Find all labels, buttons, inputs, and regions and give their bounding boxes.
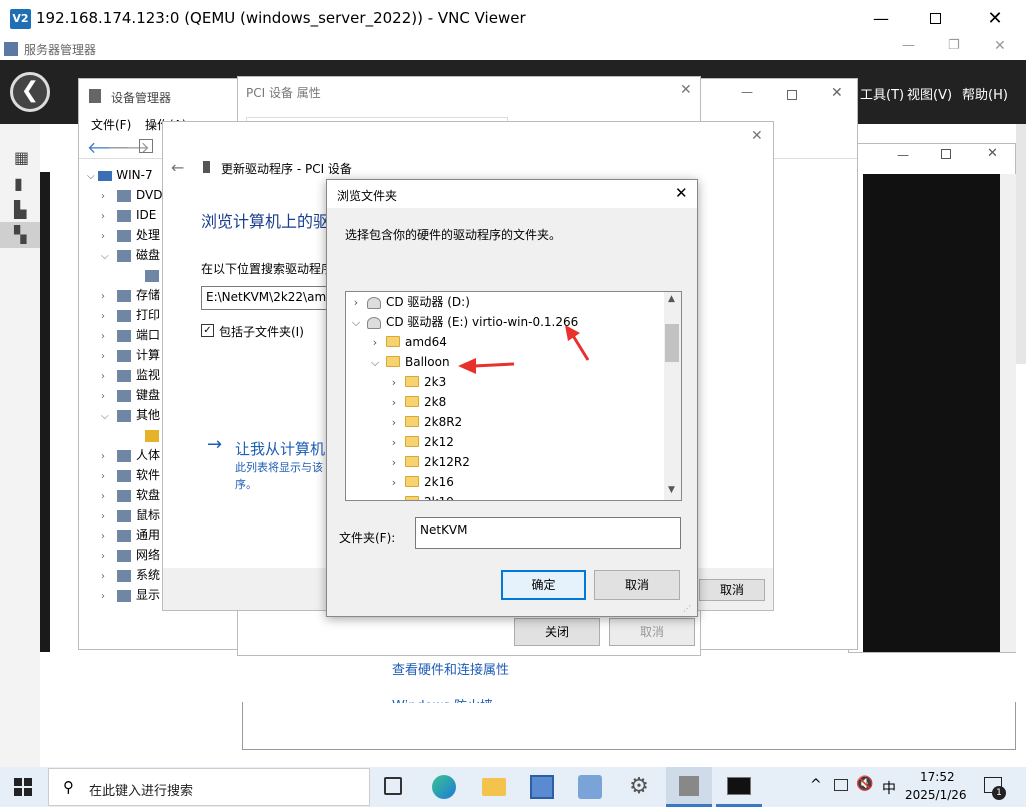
arrow-to-balloon — [458, 358, 515, 374]
search-icon: ⚲ — [63, 778, 74, 796]
windows-start-icon[interactable] — [14, 778, 32, 796]
file-explorer-icon[interactable] — [482, 778, 506, 796]
network-status-icon[interactable] — [834, 779, 848, 791]
device-manager-taskbar-icon — [679, 776, 699, 796]
settings-gear-icon[interactable]: ⚙ — [626, 774, 652, 800]
volume-muted-icon[interactable]: 🔇 — [856, 776, 873, 792]
tray-chevron-icon[interactable]: ^ — [810, 777, 822, 793]
notification-badge: 1 — [992, 786, 1006, 800]
clock-time[interactable]: 17:52 — [920, 770, 955, 784]
taskbar: ⚲ 在此键入进行搜索 ⚙ ^ 🔇 中 17:52 2025/1/26 1 — [0, 767, 1026, 807]
task-view-icon[interactable] — [384, 777, 402, 795]
edge-icon[interactable] — [432, 775, 456, 799]
clock-date[interactable]: 2025/1/26 — [905, 788, 967, 802]
taskbar-search-box[interactable]: ⚲ 在此键入进行搜索 — [48, 768, 370, 806]
ime-indicator[interactable]: 中 — [882, 778, 896, 798]
taskbar-search-placeholder: 在此键入进行搜索 — [89, 784, 194, 799]
network-tool-icon[interactable] — [578, 775, 602, 799]
annotation-arrows — [458, 325, 590, 374]
server-manager-taskbar-icon[interactable] — [530, 775, 554, 799]
cmd-taskbar-item[interactable] — [716, 767, 762, 807]
arrow-to-drive-e — [565, 325, 590, 361]
device-manager-taskbar-item[interactable] — [666, 767, 712, 807]
cmd-taskbar-icon — [727, 777, 751, 795]
